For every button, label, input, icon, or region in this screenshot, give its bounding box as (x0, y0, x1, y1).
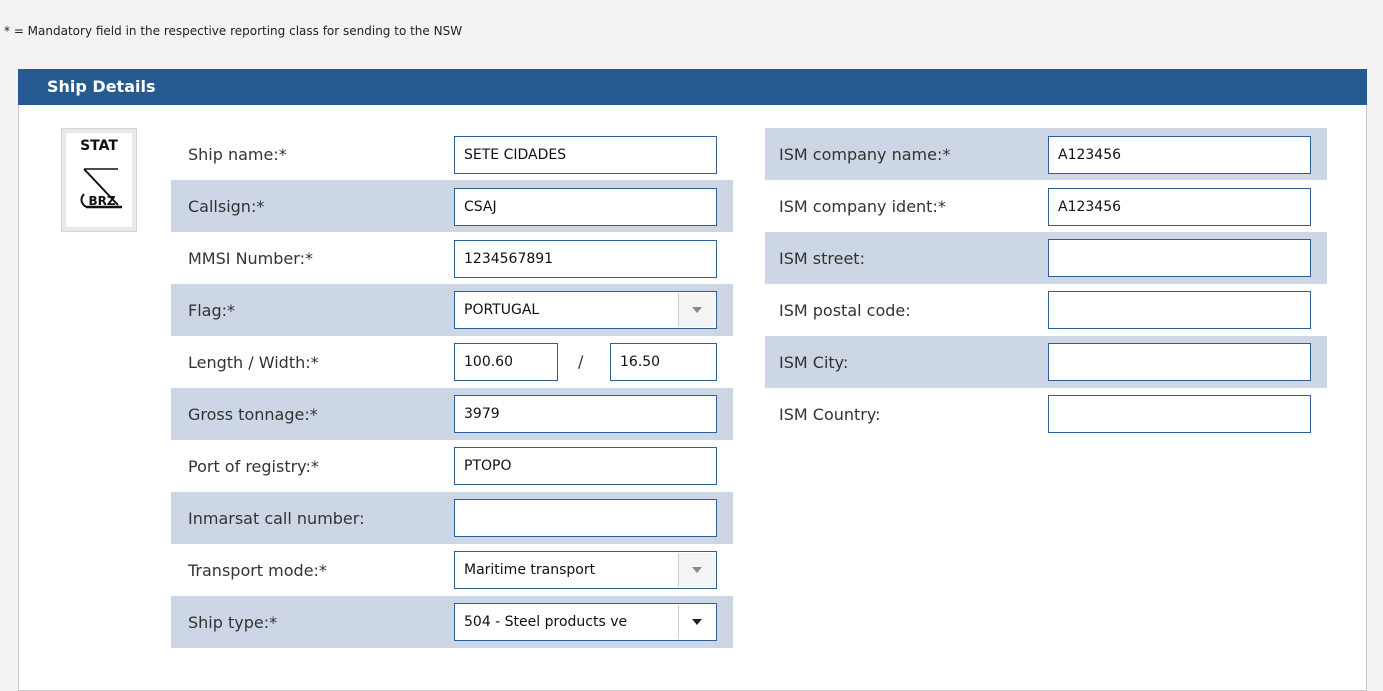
mandatory-note: * = Mandatory field in the respective re… (4, 24, 463, 38)
flag-select-value: PORTUGAL (464, 302, 540, 318)
row-mmsi: MMSI Number:* 1234567891 (171, 232, 733, 284)
ism-country-label: ISM Country: (779, 405, 881, 424)
gross-tonnage-input[interactable]: 3979 (454, 395, 717, 433)
inmarsat-label: Inmarsat call number: (188, 509, 365, 528)
ism-company-ident-label: ISM company ident:* (779, 197, 946, 216)
ship-type-value: 504 - Steel products ve (464, 614, 628, 630)
row-length-width: Length / Width:* 100.60 / 16.50 (171, 336, 733, 388)
logo-brz-text: BRZ (88, 194, 116, 208)
row-ism-country: ISM Country: (765, 388, 1327, 440)
ism-postal-code-label: ISM postal code: (779, 301, 911, 320)
ism-street-label: ISM street: (779, 249, 865, 268)
mmsi-label: MMSI Number:* (188, 249, 313, 268)
ism-street-input[interactable] (1048, 239, 1311, 277)
row-flag: Flag:* PORTUGAL (171, 284, 733, 336)
ism-company-name-label: ISM company name:* (779, 145, 951, 164)
row-ism-city: ISM City: (765, 336, 1327, 388)
mmsi-input[interactable]: 1234567891 (454, 240, 717, 278)
ship-type-select[interactable]: 504 - Steel products ve (454, 603, 717, 641)
stat-brz-logo: STAT BRZ (61, 128, 137, 232)
ship-name-input[interactable]: SETE CIDADES (454, 136, 717, 174)
ism-city-input[interactable] (1048, 343, 1311, 381)
transport-mode-value: Maritime transport (464, 562, 596, 578)
length-width-label: Length / Width:* (188, 353, 319, 372)
ship-name-label: Ship name:* (188, 145, 287, 164)
transport-mode-label: Transport mode:* (188, 561, 327, 580)
flag-select[interactable]: PORTUGAL (454, 291, 717, 329)
row-ism-postal-code: ISM postal code: (765, 284, 1327, 336)
chevron-down-icon[interactable] (678, 605, 715, 639)
length-input[interactable]: 100.60 (454, 343, 558, 381)
callsign-label: Callsign:* (188, 197, 265, 216)
ism-company-name-input[interactable]: A123456 (1048, 136, 1311, 174)
port-registry-label: Port of registry:* (188, 457, 319, 476)
row-gross-tonnage: Gross tonnage:* 3979 (171, 388, 733, 440)
ism-postal-code-input[interactable] (1048, 291, 1311, 329)
chevron-down-icon[interactable] (678, 293, 715, 327)
row-ism-street: ISM street: (765, 232, 1327, 284)
ism-company-ident-input[interactable]: A123456 (1048, 188, 1311, 226)
inmarsat-input[interactable] (454, 499, 717, 537)
row-ship-type: Ship type:* 504 - Steel products ve (171, 596, 733, 648)
ism-country-input[interactable] (1048, 395, 1311, 433)
chevron-down-icon[interactable] (678, 553, 715, 587)
ship-type-label: Ship type:* (188, 613, 278, 632)
panel-title: Ship Details (18, 69, 1367, 105)
callsign-input[interactable]: CSAJ (454, 188, 717, 226)
row-ism-company-name: ISM company name:* A123456 (765, 128, 1327, 180)
row-ship-name: Ship name:* SETE CIDADES (171, 128, 733, 180)
flag-label: Flag:* (188, 301, 235, 320)
row-callsign: Callsign:* CSAJ (171, 180, 733, 232)
row-transport-mode: Transport mode:* Maritime transport (171, 544, 733, 596)
width-input[interactable]: 16.50 (610, 343, 717, 381)
logo-stat-text: STAT (80, 138, 118, 154)
transport-mode-select[interactable]: Maritime transport (454, 551, 717, 589)
row-port-registry: Port of registry:* PTOPO (171, 440, 733, 492)
length-width-separator: / (578, 352, 584, 371)
ism-city-label: ISM City: (779, 353, 849, 372)
row-ism-company-ident: ISM company ident:* A123456 (765, 180, 1327, 232)
port-registry-input[interactable]: PTOPO (454, 447, 717, 485)
gross-tonnage-label: Gross tonnage:* (188, 405, 318, 424)
row-inmarsat: Inmarsat call number: (171, 492, 733, 544)
